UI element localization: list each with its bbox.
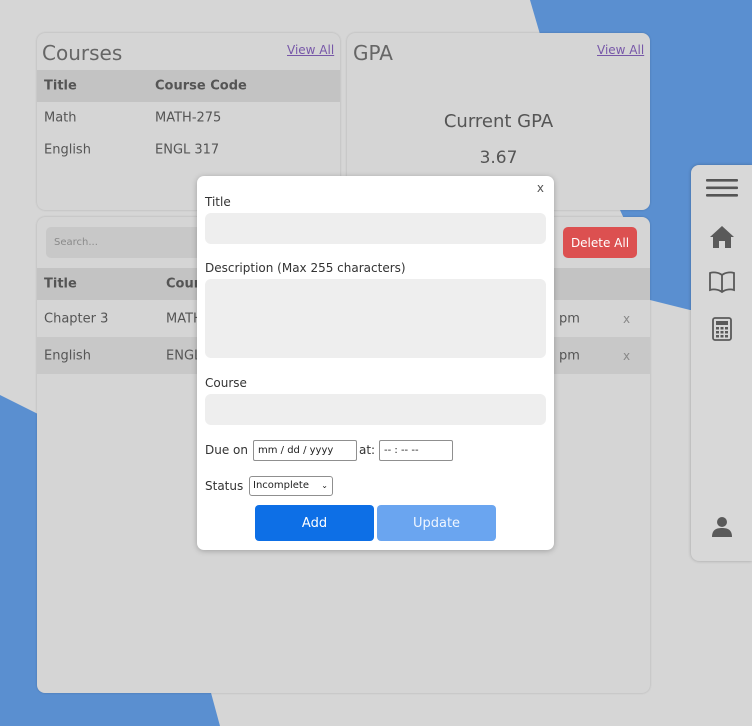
course-code-cell: ENGL 317 [155, 142, 220, 158]
course-field[interactable] [205, 394, 546, 425]
search-input[interactable] [46, 227, 216, 258]
due-time-input[interactable]: -- : -- -- [379, 440, 453, 461]
assignment-time-cell: pm [559, 311, 580, 326]
courses-view-all-link[interactable]: View All [287, 43, 334, 57]
title-label: Title [205, 195, 231, 209]
courses-col-title: Title [44, 78, 77, 94]
description-label: Description (Max 255 characters) [205, 261, 406, 275]
due-date-input[interactable]: mm / dd / yyyy [253, 440, 357, 461]
current-gpa-label: Current GPA [443, 111, 554, 132]
courses-col-code: Course Code [155, 78, 247, 94]
chevron-down-icon: ⌄ [321, 481, 328, 490]
courses-title: Courses [42, 41, 123, 65]
current-gpa-value: 3.67 [479, 148, 518, 168]
remove-row-button[interactable]: x [623, 312, 630, 326]
status-select[interactable]: Incomplete ⌄ [249, 476, 333, 496]
course-title-cell: Math [44, 110, 77, 126]
course-title-cell: English [44, 142, 91, 158]
home-icon[interactable] [709, 225, 735, 249]
assignment-time-cell: pm [559, 348, 580, 363]
sidebar [691, 165, 752, 561]
course-code-cell: MATH-275 [155, 110, 222, 126]
table-row[interactable]: Math MATH-275 [37, 102, 340, 134]
book-icon[interactable] [708, 271, 735, 293]
assignment-title-cell: Chapter 3 [44, 311, 109, 326]
title-field[interactable] [205, 213, 546, 244]
menu-icon[interactable] [705, 177, 739, 199]
close-icon[interactable]: x [537, 181, 544, 195]
update-button[interactable]: Update [377, 505, 496, 541]
status-select-value: Incomplete [253, 480, 309, 491]
table-row[interactable]: English ENGL 317 [37, 134, 340, 166]
at-label: at: [359, 443, 376, 457]
gpa-view-all-link[interactable]: View All [597, 43, 644, 57]
remove-row-button[interactable]: x [623, 349, 630, 363]
description-field[interactable] [205, 279, 546, 358]
user-icon[interactable] [711, 516, 732, 538]
assignment-course-cell: ENGL [166, 348, 202, 363]
delete-all-button[interactable]: Delete All [563, 227, 637, 258]
courses-table-header: Title Course Code [37, 70, 340, 102]
assignment-title-cell: English [44, 348, 91, 363]
course-label: Course [205, 376, 247, 390]
add-button[interactable]: Add [255, 505, 374, 541]
task-modal: x Title Description (Max 255 characters)… [197, 176, 554, 550]
gpa-title: GPA [353, 41, 393, 65]
due-on-label: Due on [205, 443, 248, 457]
calculator-icon[interactable] [711, 317, 732, 341]
status-label: Status [205, 479, 244, 493]
assignments-col-title: Title [44, 276, 77, 292]
assignments-col-course: Cour [166, 276, 201, 292]
